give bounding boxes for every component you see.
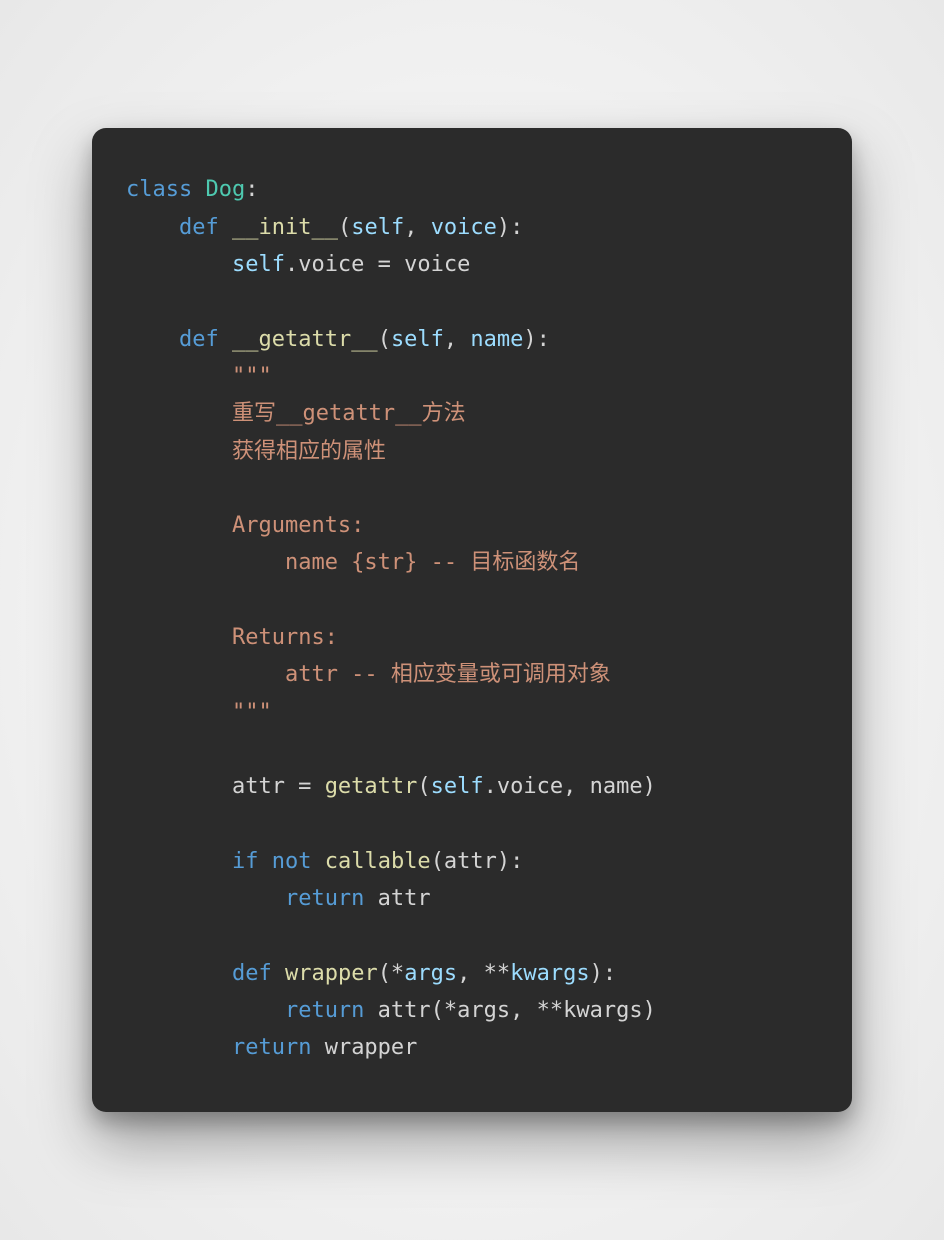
code-token xyxy=(126,550,285,575)
code-content: class Dog: def __init__(self, voice): se… xyxy=(126,177,656,1060)
code-token xyxy=(126,961,232,986)
code-token xyxy=(258,849,271,874)
code-token xyxy=(126,849,232,874)
code-token xyxy=(126,998,285,1023)
code-token xyxy=(126,215,179,240)
code-token: attr = xyxy=(126,774,325,799)
code-token xyxy=(219,215,232,240)
code-token xyxy=(126,439,232,464)
code-token xyxy=(192,177,205,202)
code-token: name xyxy=(470,327,523,352)
code-token: ): xyxy=(523,327,550,352)
code-token: getattr xyxy=(325,774,418,799)
code-token: def xyxy=(179,327,219,352)
code-token: ( xyxy=(417,774,430,799)
code-token: args xyxy=(404,961,457,986)
code-token xyxy=(126,327,179,352)
code-token: ( xyxy=(338,215,351,240)
code-token: .voice = voice xyxy=(285,252,470,277)
code-token: 获得相应的属性 xyxy=(232,439,386,464)
code-token xyxy=(219,327,232,352)
code-token: : xyxy=(245,177,258,202)
code-token xyxy=(126,625,232,650)
code-token: wrapper xyxy=(311,1035,417,1060)
code-token: __init__ xyxy=(232,215,338,240)
code-token: ( xyxy=(378,327,391,352)
code-token: """ xyxy=(232,364,272,389)
code-token: .voice, name) xyxy=(484,774,656,799)
code-token: (attr): xyxy=(431,849,524,874)
code-token: Arguments: xyxy=(232,513,364,538)
code-token: def xyxy=(179,215,219,240)
code-token: , xyxy=(404,215,431,240)
code-token: return xyxy=(285,998,364,1023)
code-token: callable xyxy=(325,849,431,874)
code-token: , ** xyxy=(457,961,510,986)
code-token: attr(*args, **kwargs) xyxy=(364,998,655,1023)
code-token xyxy=(126,364,232,389)
code-token xyxy=(126,700,232,725)
code-token xyxy=(126,252,232,277)
code-token xyxy=(311,849,324,874)
code-token: ): xyxy=(497,215,524,240)
code-token: class xyxy=(126,177,192,202)
code-token: self xyxy=(431,774,484,799)
code-token: def xyxy=(232,961,272,986)
code-token: Dog xyxy=(205,177,245,202)
code-token: name {str} -- 目标函数名 xyxy=(285,550,580,575)
code-token: wrapper xyxy=(285,961,378,986)
code-token: not xyxy=(272,849,312,874)
code-token: if xyxy=(232,849,259,874)
code-token xyxy=(126,886,285,911)
code-token xyxy=(272,961,285,986)
code-token xyxy=(126,662,285,687)
code-block: class Dog: def __init__(self, voice): se… xyxy=(126,172,818,1067)
code-token: return xyxy=(232,1035,311,1060)
code-token: 重写__getattr__方法 xyxy=(232,401,466,426)
code-token: attr xyxy=(364,886,430,911)
code-token xyxy=(126,513,232,538)
code-token: kwargs xyxy=(510,961,589,986)
code-token xyxy=(126,401,232,426)
code-token: """ xyxy=(232,700,272,725)
code-token: self xyxy=(351,215,404,240)
code-token: self xyxy=(232,252,285,277)
code-card: class Dog: def __init__(self, voice): se… xyxy=(92,128,852,1111)
code-token xyxy=(126,1035,232,1060)
code-token: attr -- 相应变量或可调用对象 xyxy=(285,662,611,687)
code-token: Returns: xyxy=(232,625,338,650)
code-token: __getattr__ xyxy=(232,327,378,352)
code-token: (* xyxy=(378,961,405,986)
code-token: ): xyxy=(590,961,617,986)
code-token: , xyxy=(444,327,471,352)
code-token: return xyxy=(285,886,364,911)
code-token: self xyxy=(391,327,444,352)
code-token: voice xyxy=(431,215,497,240)
